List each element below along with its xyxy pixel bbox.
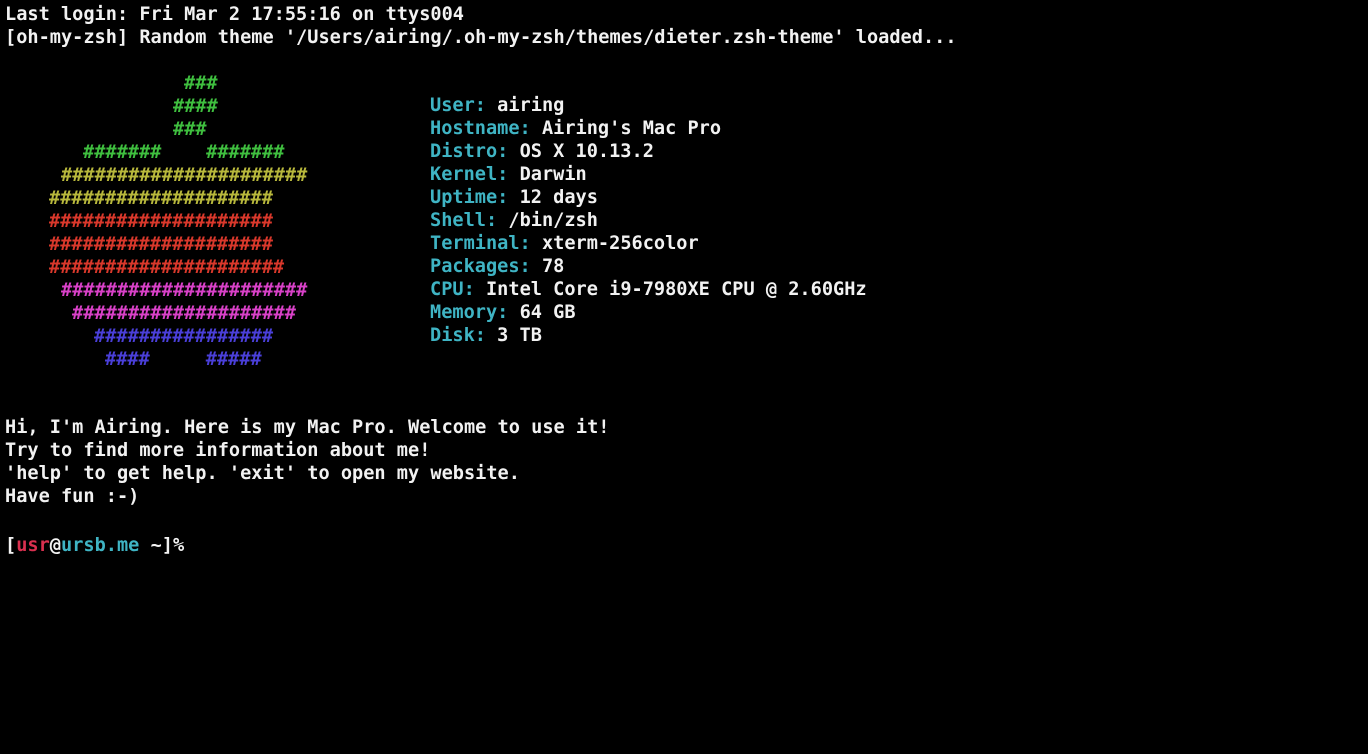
info-key: CPU: (430, 279, 486, 300)
info-value: Airing's Mac Pro (541, 118, 722, 139)
info-key: Packages: (430, 256, 542, 277)
logo-row: ###################### (61, 165, 308, 186)
info-row-uptime: Uptime: 12 days (430, 186, 867, 209)
logo-row: #################### (49, 211, 273, 232)
info-row-disk: Disk: 3 TB (430, 324, 867, 347)
logo-row: ################ (94, 326, 274, 347)
welcome-line: Have fun :-) (5, 486, 140, 507)
info-value: 64 GB (519, 302, 576, 323)
logo-row: #################### (49, 188, 273, 209)
logo-row: #### ##### (105, 349, 262, 370)
info-value: 3 TB (497, 325, 542, 346)
info-key: Shell: (430, 210, 509, 231)
info-key: Distro: (430, 141, 520, 162)
info-value: airing (497, 95, 565, 116)
logo-row: ### (173, 119, 207, 140)
prompt-path: ~] (139, 535, 173, 556)
info-key: Uptime: (430, 187, 520, 208)
info-value: /bin/zsh (508, 210, 598, 231)
theme-loaded-line: [oh-my-zsh] Random theme '/Users/airing/… (5, 27, 957, 48)
info-row-memory: Memory: 64 GB (430, 301, 867, 324)
welcome-line: Hi, I'm Airing. Here is my Mac Pro. Welc… (5, 417, 610, 438)
info-value: OS X 10.13.2 (519, 141, 654, 162)
info-row-cpu: CPU: Intel Core i9-7980XE CPU @ 2.60GHz (430, 278, 867, 301)
info-value: xterm-256color (541, 233, 699, 254)
info-key: Hostname: (430, 118, 542, 139)
welcome-line: 'help' to get help. 'exit' to open my we… (5, 463, 520, 484)
logo-row: ####### ####### (83, 142, 285, 163)
info-key: User: (430, 95, 498, 116)
prompt-at: @ (49, 535, 61, 556)
info-row-user: User: airing (430, 94, 867, 117)
info-row-packages: Packages: 78 (430, 255, 867, 278)
info-value: 12 days (519, 187, 598, 208)
info-key: Memory: (430, 302, 520, 323)
info-row-shell: Shell: /bin/zsh (430, 209, 867, 232)
logo-row: #### (173, 96, 218, 117)
shell-prompt[interactable]: [usr@ursb.me ~]% (5, 534, 184, 557)
prompt-host: ursb.me (61, 535, 140, 556)
info-row-distro: Distro: OS X 10.13.2 (430, 140, 867, 163)
terminal-window[interactable]: Last login: Fri Mar 2 17:55:16 on ttys00… (0, 0, 1368, 754)
logo-row: #################### (49, 234, 273, 255)
welcome-line: Try to find more information about me! (5, 440, 431, 461)
info-row-kernel: Kernel: Darwin (430, 163, 867, 186)
prompt-user: usr (16, 535, 50, 556)
info-row-hostname: Hostname: Airing's Mac Pro (430, 117, 867, 140)
logo-row: ### (184, 73, 218, 94)
prompt-bracket: [ (5, 535, 17, 556)
info-value: Intel Core i9-7980XE CPU @ 2.60GHz (485, 279, 867, 300)
prompt-symbol: % (172, 535, 185, 556)
system-info-panel: User: airing Hostname: Airing's Mac Pro … (430, 94, 867, 347)
logo-row: ###################### (61, 280, 308, 301)
info-key: Disk: (430, 325, 498, 346)
logo-row: #################### (72, 303, 296, 324)
info-row-terminal: Terminal: xterm-256color (430, 232, 867, 255)
last-login-line: Last login: Fri Mar 2 17:55:16 on ttys00… (5, 4, 464, 25)
info-value: Darwin (519, 164, 587, 185)
info-key: Terminal: (430, 233, 542, 254)
info-key: Kernel: (430, 164, 520, 185)
info-value: 78 (541, 256, 565, 277)
logo-row: ##################### (49, 257, 285, 278)
